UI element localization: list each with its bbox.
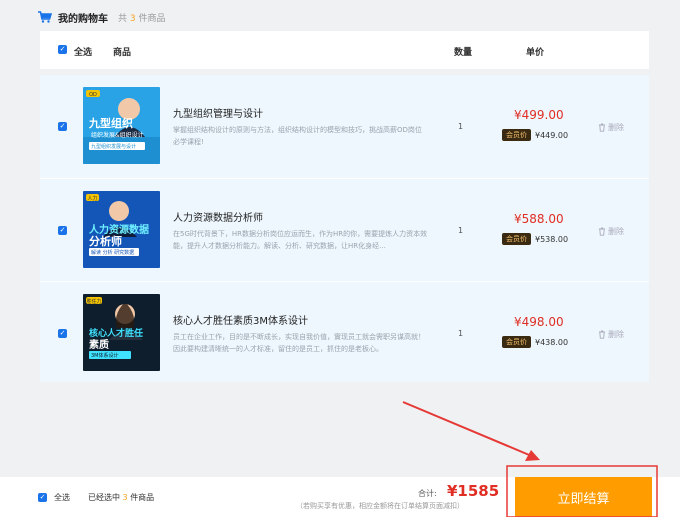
footer-select-all-checkbox[interactable]: ✓ [38,493,47,502]
thumb-tag: 人力 [87,195,97,202]
trash-icon [599,227,605,236]
column-quantity: 数量 [454,48,473,58]
member-badge: 会员价 [502,233,531,245]
item-price: ¥588.00 [514,212,564,226]
trash-icon [599,123,605,132]
trash-icon [599,330,605,339]
selected-count: 已经选中 3 件商品 [88,493,155,502]
cart-header: 我的购物车 共 3 件商品 [38,9,166,25]
checkout-bar: ✓ 全选 已经选中 3 件商品 合计: ¥1585 （若购买享有优惠，相应金额将… [0,477,680,517]
delete-button[interactable]: 删除 [598,122,624,133]
thumb-line2: 素质 [89,338,109,351]
item-checkbox[interactable]: ✓ [58,122,67,131]
check-icon: ✓ [59,226,66,234]
item-checkbox[interactable]: ✓ [58,226,67,235]
member-badge: 会员价 [502,336,531,348]
check-icon: ✓ [59,329,66,337]
member-price-group: 会员价 ¥438.00 [502,336,568,348]
thumb-tag: OD [89,92,97,98]
check-icon: ✓ [59,122,66,130]
checkout-button[interactable]: 立即结算 [515,477,652,517]
item-quantity: 1 [458,122,464,131]
cart-item: ✓ OD 九型组织 组织发展&组织设计 九型组织发展与设计 九型组织管理与设计 … [40,75,649,176]
check-icon: ✓ [39,493,46,501]
product-title[interactable]: 人力资源数据分析师 [173,209,263,224]
product-description: 在5G时代背景下，HR数据分析岗位应运而生，作为HR的你，需要提炼人力资本效能，… [173,230,428,250]
member-price-group: 会员价 ¥449.00 [502,129,568,141]
delete-button[interactable]: 删除 [598,329,624,340]
thumb-line3: 3M体系设计 [91,352,119,359]
product-thumbnail[interactable]: OD 九型组织 组织发展&组织设计 九型组织发展与设计 [83,87,160,164]
cart-item: ✓ 胜任力 核心人才胜任 素质 3M体系设计 核心人才胜任素质3M体系设计 员工… [40,281,649,382]
item-price: ¥498.00 [514,315,564,329]
thumb-line1: 核心人才胜任 [89,327,143,339]
discount-note: （若购买享有优惠，相应金额将在订单结算页面减扣） [296,502,464,510]
cart-item-list: ✓ OD 九型组织 组织发展&组织设计 九型组织发展与设计 九型组织管理与设计 … [40,75,649,382]
column-unit-price: 单价 [526,48,545,58]
member-price: ¥449.00 [535,130,569,140]
select-all-checkbox[interactable]: ✓ [58,45,67,54]
item-quantity: 1 [458,226,464,235]
cart-icon [38,11,52,23]
member-price-group: 会员价 ¥538.00 [502,233,568,245]
item-quantity: 1 [458,329,464,338]
select-all-label: 全选 [74,48,93,58]
total-label: 合计: [418,489,437,498]
cart-count: 共 3 件商品 [118,13,166,24]
delete-button[interactable]: 删除 [598,226,624,237]
page-title: 我的购物车 [58,13,108,25]
thumb-line3: 九型组织发展与设计 [91,143,136,150]
thumb-line3: 解读 分析 研究数据 [91,249,134,256]
cart-item: ✓ 人力 人力资源数据 分析师 解读 分析 研究数据 人力资源数据分析师 在5G… [40,178,649,279]
product-thumbnail[interactable]: 胜任力 核心人才胜任 素质 3M体系设计 [83,294,160,371]
total-amount: ¥1585 [447,482,500,500]
arrow-icon [402,401,540,461]
item-price: ¥499.00 [514,108,564,122]
footer-select-all[interactable]: ✓ 全选 [38,492,70,503]
member-price: ¥538.00 [535,234,569,244]
check-icon: ✓ [59,45,66,53]
thumb-line2: 分析师 [89,234,122,248]
product-title[interactable]: 九型组织管理与设计 [173,105,263,120]
member-price: ¥438.00 [535,337,569,347]
product-thumbnail[interactable]: 人力 人力资源数据 分析师 解读 分析 研究数据 [83,191,160,268]
column-product: 商品 [113,48,132,58]
thumb-line1: 九型组织 [88,116,133,130]
product-description: 员工在企业工作，目的是不断成长，实现自我价值，實现员工就会需职另谋高就！因此要构… [173,333,425,353]
product-title[interactable]: 核心人才胜任素质3M体系设计 [173,312,308,327]
table-header: ✓ 全选 商品 数量 单价 [40,31,649,69]
item-checkbox[interactable]: ✓ [58,329,67,338]
member-badge: 会员价 [502,129,531,141]
thumb-tag: 胜任力 [86,298,101,305]
footer-select-all-label: 全选 [54,493,70,502]
thumb-line2: 组织发展&组织设计 [91,131,144,139]
product-description: 掌握组织结构设计的原则与方法，组织结构设计的模型和技巧，挑战高薪OD岗位必学课程… [173,126,422,146]
